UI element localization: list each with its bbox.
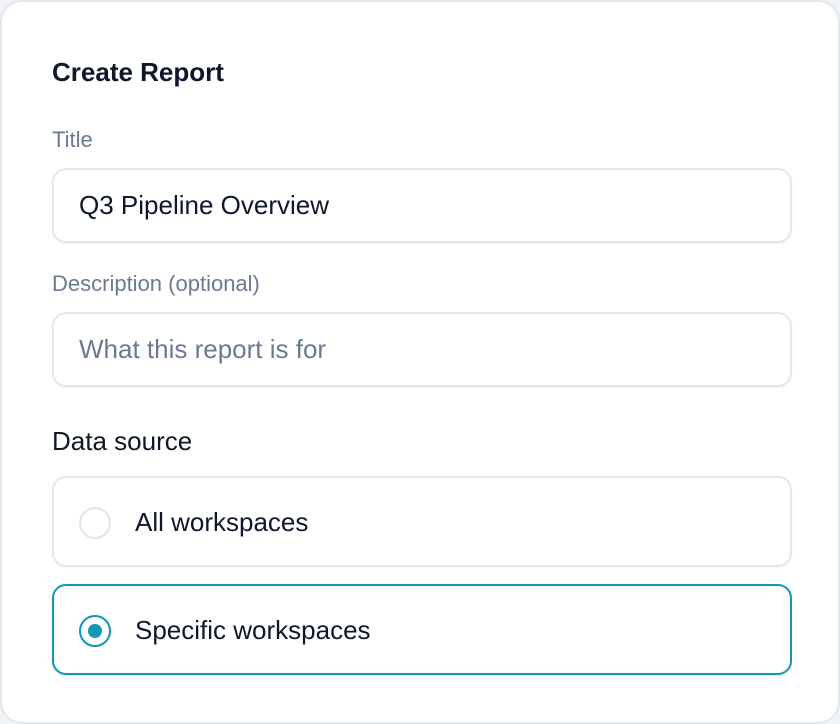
description-label: Description (optional) — [52, 271, 260, 296]
radio-unchecked-icon[interactable] — [79, 507, 111, 539]
option-label-specific-workspaces: Specific workspaces — [135, 615, 371, 645]
radio-dot-icon — [88, 624, 102, 638]
option-label-all-workspaces: All workspaces — [135, 507, 309, 537]
title-input[interactable] — [52, 168, 792, 243]
data-source-label: Data source — [52, 426, 193, 456]
form-heading: Create Report — [52, 57, 224, 87]
option-specific-workspaces[interactable]: Specific workspaces — [52, 584, 792, 675]
title-label: Title — [52, 127, 93, 152]
description-input[interactable] — [52, 312, 792, 387]
option-all-workspaces[interactable]: All workspaces — [52, 476, 792, 567]
create-report-card: Create Report Title Description (optiona… — [0, 0, 840, 724]
radio-checked-icon[interactable] — [79, 615, 111, 647]
